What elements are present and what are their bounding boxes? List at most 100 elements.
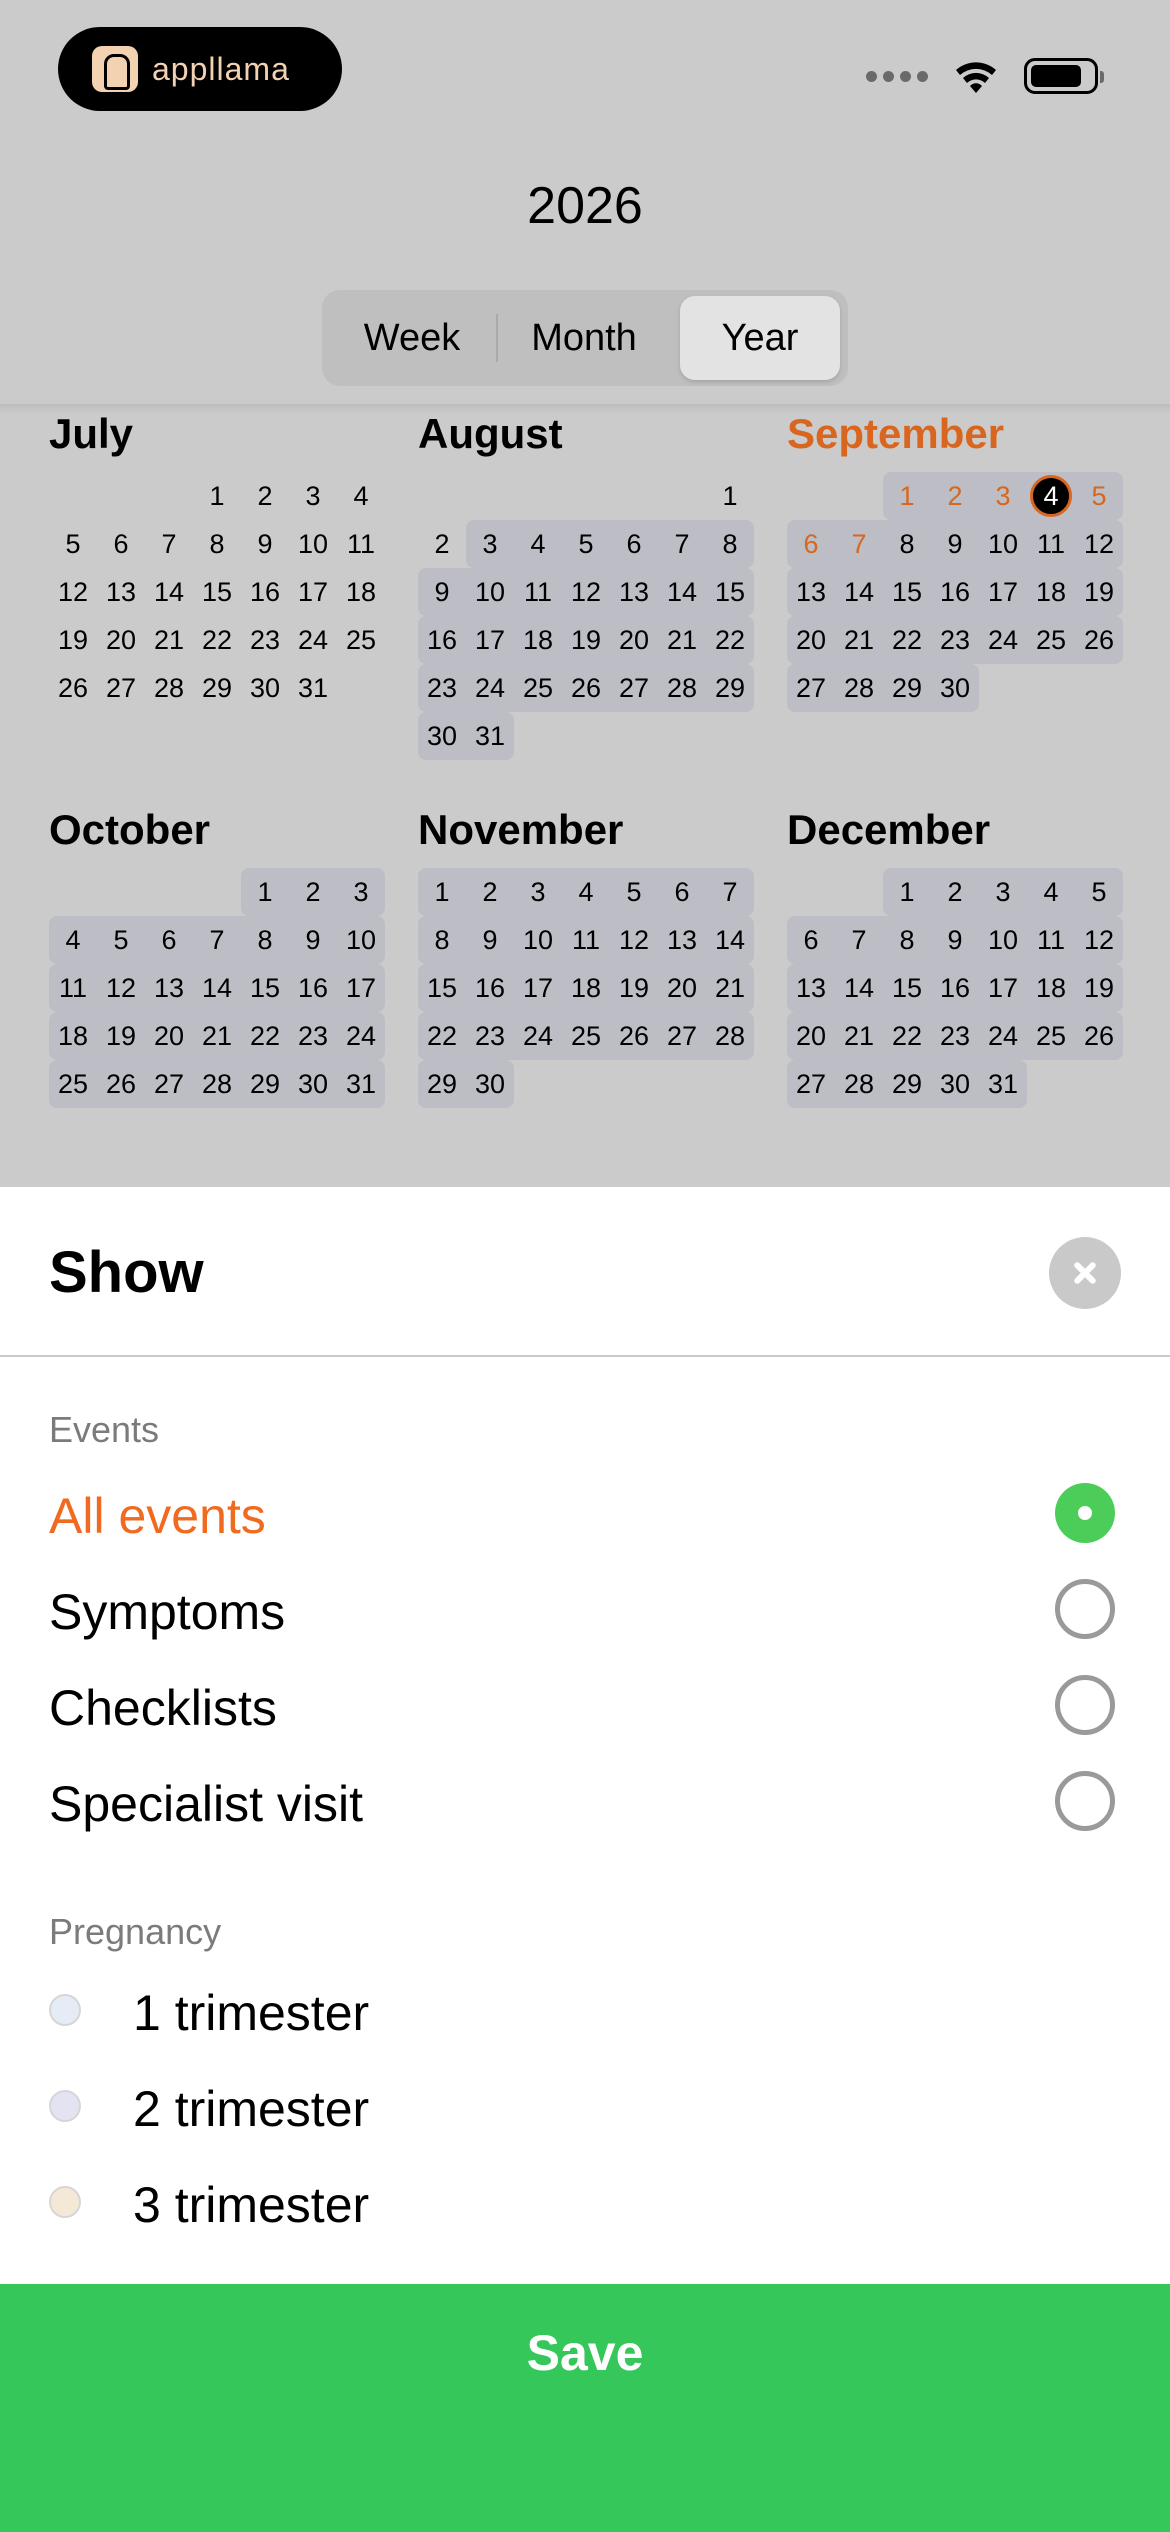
day-cell[interactable]: 2: [418, 520, 466, 568]
day-cell[interactable]: 19: [1075, 568, 1123, 616]
day-cell[interactable]: 5: [610, 868, 658, 916]
day-cell[interactable]: 22: [241, 1012, 289, 1060]
day-cell[interactable]: 5: [562, 520, 610, 568]
day-cell[interactable]: 24: [337, 1012, 385, 1060]
day-cell[interactable]: 14: [835, 964, 883, 1012]
day-cell[interactable]: 22: [883, 1012, 931, 1060]
day-cell[interactable]: 21: [706, 964, 754, 1012]
radio-selected-icon[interactable]: [1055, 1483, 1115, 1543]
day-cell[interactable]: 4: [1027, 472, 1075, 520]
day-cell[interactable]: 29: [883, 664, 931, 712]
day-cell[interactable]: 22: [418, 1012, 466, 1060]
day-cell[interactable]: 29: [418, 1060, 466, 1108]
day-cell[interactable]: 5: [1075, 472, 1123, 520]
day-cell[interactable]: 2: [466, 868, 514, 916]
day-cell[interactable]: 31: [979, 1060, 1027, 1108]
day-cell[interactable]: 11: [514, 568, 562, 616]
day-cell[interactable]: 16: [241, 568, 289, 616]
day-cell[interactable]: 1: [883, 472, 931, 520]
day-cell[interactable]: 23: [418, 664, 466, 712]
day-cell[interactable]: 14: [658, 568, 706, 616]
day-cell[interactable]: 21: [835, 616, 883, 664]
day-cell[interactable]: 28: [145, 664, 193, 712]
day-cell[interactable]: 7: [658, 520, 706, 568]
day-cell[interactable]: 8: [241, 916, 289, 964]
day-cell[interactable]: 30: [418, 712, 466, 760]
day-cell[interactable]: 20: [658, 964, 706, 1012]
day-cell[interactable]: 21: [658, 616, 706, 664]
day-cell[interactable]: 7: [835, 520, 883, 568]
day-cell[interactable]: 18: [337, 568, 385, 616]
day-cell[interactable]: 27: [97, 664, 145, 712]
day-cell[interactable]: 6: [97, 520, 145, 568]
day-cell[interactable]: 17: [979, 568, 1027, 616]
day-cell[interactable]: 18: [514, 616, 562, 664]
option-all-events[interactable]: All events: [0, 1467, 1170, 1557]
day-cell[interactable]: 11: [1027, 916, 1075, 964]
day-cell[interactable]: 25: [562, 1012, 610, 1060]
day-cell[interactable]: 25: [1027, 616, 1075, 664]
day-cell[interactable]: 29: [706, 664, 754, 712]
day-cell[interactable]: 20: [610, 616, 658, 664]
day-cell[interactable]: 23: [466, 1012, 514, 1060]
day-cell[interactable]: 6: [787, 916, 835, 964]
day-cell[interactable]: 23: [289, 1012, 337, 1060]
day-cell[interactable]: 11: [562, 916, 610, 964]
day-cell[interactable]: 12: [1075, 916, 1123, 964]
day-cell[interactable]: 11: [337, 520, 385, 568]
day-cell[interactable]: 19: [1075, 964, 1123, 1012]
day-cell[interactable]: 11: [1027, 520, 1075, 568]
day-cell[interactable]: 24: [466, 664, 514, 712]
day-cell[interactable]: 23: [241, 616, 289, 664]
day-cell[interactable]: 21: [193, 1012, 241, 1060]
tab-week[interactable]: Week: [328, 296, 496, 380]
day-cell[interactable]: 11: [49, 964, 97, 1012]
day-cell[interactable]: 12: [1075, 520, 1123, 568]
day-cell[interactable]: 28: [835, 1060, 883, 1108]
day-cell[interactable]: 25: [49, 1060, 97, 1108]
day-cell[interactable]: 14: [145, 568, 193, 616]
option-symptoms[interactable]: Symptoms: [0, 1563, 1170, 1653]
day-cell[interactable]: 13: [658, 916, 706, 964]
day-cell[interactable]: 1: [241, 868, 289, 916]
day-cell[interactable]: 27: [787, 664, 835, 712]
day-cell[interactable]: 2: [931, 868, 979, 916]
day-cell[interactable]: 30: [466, 1060, 514, 1108]
day-cell[interactable]: 7: [706, 868, 754, 916]
day-cell[interactable]: 30: [931, 664, 979, 712]
day-cell[interactable]: 30: [931, 1060, 979, 1108]
day-cell[interactable]: 30: [241, 664, 289, 712]
day-cell[interactable]: 1: [706, 472, 754, 520]
day-cell[interactable]: 12: [49, 568, 97, 616]
day-cell[interactable]: 17: [337, 964, 385, 1012]
day-cell[interactable]: 26: [1075, 1012, 1123, 1060]
day-cell[interactable]: 23: [931, 616, 979, 664]
day-cell[interactable]: 12: [97, 964, 145, 1012]
day-cell[interactable]: 9: [931, 520, 979, 568]
day-cell[interactable]: 3: [289, 472, 337, 520]
day-cell[interactable]: 9: [466, 916, 514, 964]
day-cell[interactable]: 7: [193, 916, 241, 964]
day-cell[interactable]: 6: [658, 868, 706, 916]
day-cell[interactable]: 25: [514, 664, 562, 712]
day-cell[interactable]: 27: [145, 1060, 193, 1108]
day-cell[interactable]: 8: [883, 916, 931, 964]
day-cell[interactable]: 29: [883, 1060, 931, 1108]
day-cell[interactable]: 5: [1075, 868, 1123, 916]
day-cell[interactable]: 16: [418, 616, 466, 664]
day-cell[interactable]: 10: [289, 520, 337, 568]
day-cell[interactable]: 1: [883, 868, 931, 916]
day-cell[interactable]: 8: [193, 520, 241, 568]
day-cell[interactable]: 10: [337, 916, 385, 964]
day-cell[interactable]: 21: [835, 1012, 883, 1060]
day-cell[interactable]: 22: [193, 616, 241, 664]
day-cell[interactable]: 19: [49, 616, 97, 664]
day-cell[interactable]: 27: [610, 664, 658, 712]
day-cell[interactable]: 7: [145, 520, 193, 568]
day-cell[interactable]: 29: [241, 1060, 289, 1108]
day-cell[interactable]: 14: [193, 964, 241, 1012]
day-cell[interactable]: 4: [562, 868, 610, 916]
day-cell[interactable]: 13: [787, 964, 835, 1012]
day-cell[interactable]: 9: [241, 520, 289, 568]
day-cell[interactable]: 29: [193, 664, 241, 712]
